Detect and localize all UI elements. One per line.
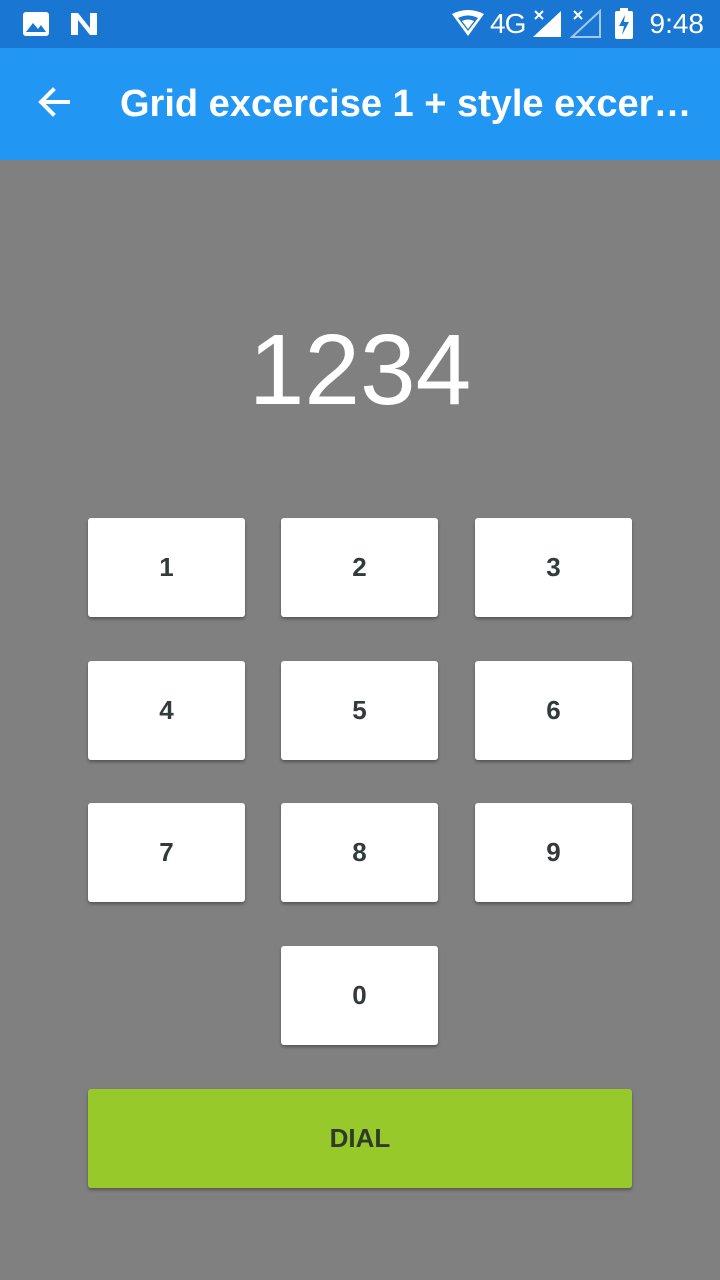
number-display: 1234 xyxy=(248,314,472,426)
status-time: 9:48 xyxy=(649,8,705,39)
key-8[interactable]: 8 xyxy=(281,803,438,902)
app-bar: Grid excercise 1 + style excercise xyxy=(0,48,720,160)
battery-charging-icon xyxy=(612,0,636,48)
n-notification-icon xyxy=(68,0,100,48)
status-bar: 4G 9:48 xyxy=(0,0,720,48)
key-3[interactable]: 3 xyxy=(475,518,632,617)
key-0[interactable]: 0 xyxy=(281,946,438,1045)
signal-icon xyxy=(530,0,564,48)
key-9[interactable]: 9 xyxy=(475,803,632,902)
wifi-icon xyxy=(450,0,486,48)
key-7[interactable]: 7 xyxy=(88,803,245,902)
back-button[interactable] xyxy=(22,72,86,136)
dial-button[interactable]: DIAL xyxy=(88,1089,632,1188)
image-icon xyxy=(22,0,50,48)
network-type-label: 4G xyxy=(490,8,526,39)
arrow-back-icon xyxy=(36,84,72,124)
key-4[interactable]: 4 xyxy=(88,661,245,760)
page-title: Grid excercise 1 + style excercise xyxy=(120,83,704,125)
screen: 4G 9:48 Grid excercise 1 + style excerci… xyxy=(0,0,720,1280)
key-6[interactable]: 6 xyxy=(475,661,632,760)
key-2[interactable]: 2 xyxy=(281,518,438,617)
signal-off-icon xyxy=(570,0,602,48)
key-1[interactable]: 1 xyxy=(88,518,245,617)
key-5[interactable]: 5 xyxy=(281,661,438,760)
